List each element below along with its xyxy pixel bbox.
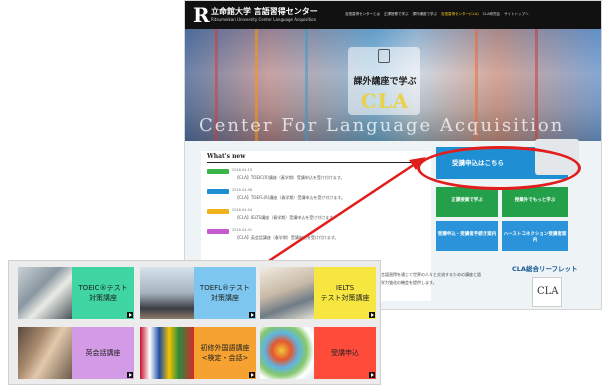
connection-guide-button[interactable]: ハーストコネクション受講者案内 <box>502 221 568 251</box>
leaflet-thumbnail[interactable]: CLA <box>532 277 562 307</box>
conversation-photo <box>18 327 72 379</box>
nav-item-active[interactable]: 言語習得センター(CLA) <box>441 12 479 17</box>
news-text[interactable]: 【CLA】英会話講座（春学期）受講申込を受け付けます。 <box>235 235 338 241</box>
arrow-right-icon <box>249 312 255 318</box>
course-tile-foreign-language[interactable]: 初修外国語講座 <検定・会話> <box>140 327 256 379</box>
news-date: 2016.04.15 <box>232 168 253 172</box>
pencil-note-icon <box>378 49 390 63</box>
tile-label-box: IELTS テスト対策講座 <box>314 267 376 319</box>
regular-classes-button[interactable]: 正課授業で学ぶ <box>436 187 498 217</box>
nav-item[interactable]: CLA研究会 <box>483 12 500 17</box>
news-text[interactable]: 【CLA】TOEIC(R)講座（春学期）受講申込を受け付けます。 <box>235 175 344 181</box>
tile-label-box: 受講申込 <box>314 327 376 379</box>
news-item[interactable]: 2016.04.08 【CLA】TOEFL(R)講座（春学期）受講申込を受け付け… <box>207 187 427 207</box>
course-tile-toefl[interactable]: TOEFL®テスト 対策講座 <box>140 267 256 319</box>
highlight-ellipse <box>417 146 581 190</box>
university-logo[interactable]: R <box>193 4 210 26</box>
ielts-photo <box>260 267 314 319</box>
button-label: ハーストコネクション受講者案内 <box>503 232 567 243</box>
leaflet-title: CLA総合リーフレット <box>512 265 578 273</box>
leaflet-section[interactable]: CLA総合リーフレット CLA <box>502 257 598 309</box>
flags-photo <box>140 327 194 379</box>
tile-label-box: 英会話講座 <box>72 327 134 379</box>
tile-label: TOEFL®テスト 対策講座 <box>199 284 251 302</box>
hero-banner: 課外講座で学ぶ CLA Center For Language Acquisit… <box>185 29 601 141</box>
apply-photo <box>260 327 314 379</box>
nav-item[interactable]: 言語習得センターとは <box>345 12 380 17</box>
tile-label-box: 初修外国語講座 <検定・会話> <box>194 327 256 379</box>
toeic-photo <box>18 267 72 319</box>
news-tag <box>207 229 229 234</box>
news-divider <box>207 162 423 163</box>
tile-label: IELTS テスト対策講座 <box>320 284 370 302</box>
stage: R 立命館大学 言語習得センター Ritsumeikan University … <box>0 0 602 387</box>
nav-item[interactable]: 正課授業で学ぶ <box>384 12 409 17</box>
hero-english-title: Center For Language Acquisition <box>199 115 565 136</box>
arrow-right-icon <box>369 372 375 378</box>
tile-label: 初修外国語講座 <検定・会話> <box>200 344 250 362</box>
tile-label: 受講申込 <box>331 349 359 357</box>
hero-heading: 課外講座で学ぶ <box>353 77 417 87</box>
tile-label-box: TOEFL®テスト 対策講座 <box>194 267 256 319</box>
news-tag <box>207 189 229 194</box>
tile-label: TOEIC®テスト 対策講座 <box>78 284 128 302</box>
arrow-right-icon <box>127 312 133 318</box>
leaflet-cla-text: CLA <box>537 286 559 297</box>
application-guide-button[interactable]: 受講申込・受講者手続き案内 <box>436 221 498 251</box>
tile-label: 英会話講座 <box>85 349 121 357</box>
news-date: 2016.04.01 <box>232 228 253 232</box>
course-tile-english-conversation[interactable]: 英会話講座 <box>18 327 134 379</box>
site-title[interactable]: 立命館大学 言語習得センター <box>211 6 318 17</box>
news-item[interactable]: 2016.04.01 【CLA】英会話講座（春学期）受講申込を受け付けます。 <box>207 227 427 247</box>
news-item[interactable]: 2016.04.15 【CLA】TOEIC(R)講座（春学期）受講申込を受け付け… <box>207 167 427 187</box>
news-text[interactable]: 【CLA】TOEFL(R)講座（春学期）受講申込を受け付けます。 <box>235 195 345 201</box>
course-grid: TOEIC®テスト 対策講座 TOEFL®テスト 対策講座 IELTS テスト対… <box>8 260 381 385</box>
news-date: 2016.04.08 <box>232 188 253 192</box>
course-tile-ielts[interactable]: IELTS テスト対策講座 <box>260 267 376 319</box>
news-title: What's new <box>207 153 246 160</box>
arrow-right-icon <box>127 372 133 378</box>
news-tag <box>207 169 229 174</box>
site-header: R 立命館大学 言語習得センター Ritsumeikan University … <box>185 1 601 29</box>
button-label: 受講申込・受講者手続き案内 <box>437 232 497 237</box>
button-label: 授業外でもっと学ぶ <box>514 198 556 203</box>
arrow-right-icon <box>249 372 255 378</box>
course-tile-toeic[interactable]: TOEIC®テスト 対策講座 <box>18 267 134 319</box>
intro-text: 言語習得を通じて世界の人々と交流するための講座と語学力強化の機会を提供します。 <box>381 272 481 285</box>
hero-brand: CLA <box>360 89 410 113</box>
button-label: 正課授業で学ぶ <box>451 198 483 203</box>
nav-item[interactable]: 課外講座で学ぶ <box>413 12 438 17</box>
tile-label-box: TOEIC®テスト 対策講座 <box>72 267 134 319</box>
top-nav: 言語習得センターとは 正課授業で学ぶ 課外講座で学ぶ 言語習得センター(CLA)… <box>345 12 528 17</box>
nav-item[interactable]: サイトトップへ <box>504 12 529 17</box>
news-date: 2016.04.04 <box>232 208 253 212</box>
toefl-photo <box>140 267 194 319</box>
site-subtitle: Ritsumeikan University Center Language A… <box>211 17 317 22</box>
course-tile-apply[interactable]: 受講申込 <box>260 327 376 379</box>
extra-learning-button[interactable]: 授業外でもっと学ぶ <box>502 187 568 217</box>
news-item[interactable]: 2016.04.04 【CLA】IELTS講座（春学期）受講申込を受け付けます。 <box>207 207 427 227</box>
news-tag <box>207 209 229 214</box>
news-text[interactable]: 【CLA】IELTS講座（春学期）受講申込を受け付けます。 <box>235 215 337 221</box>
arrow-right-icon <box>369 312 375 318</box>
